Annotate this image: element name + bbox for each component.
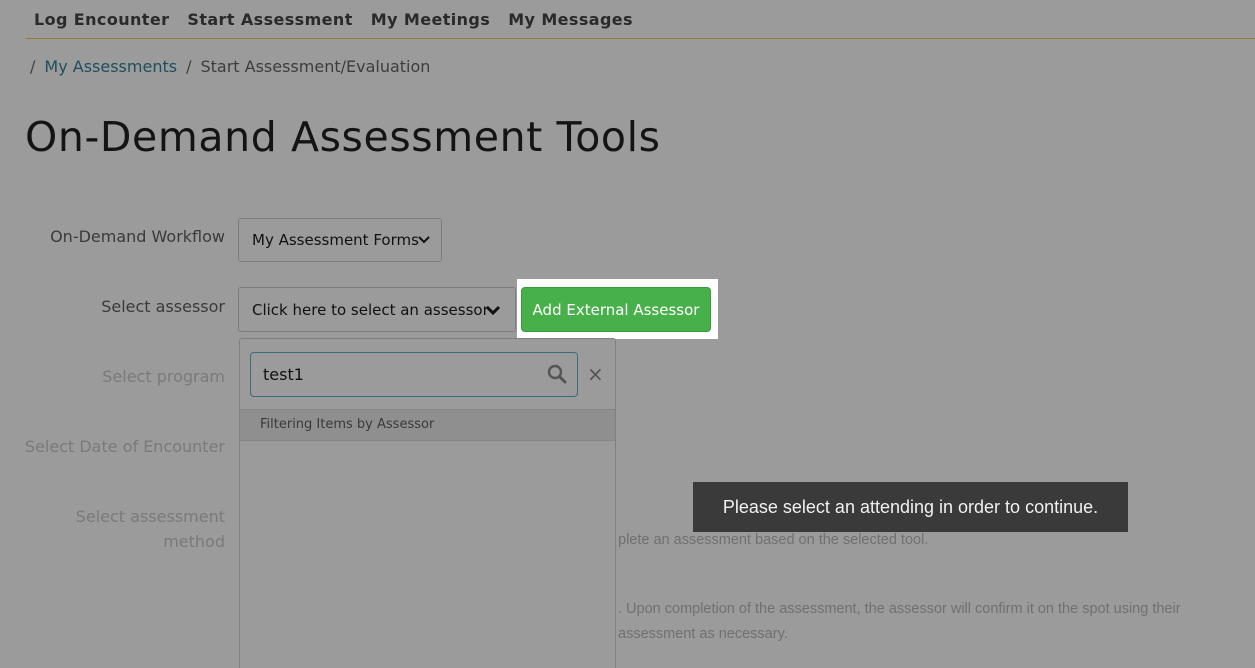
filter-header: Filtering Items by Assessor (240, 409, 615, 441)
top-nav: Log Encounter Start Assessment My Meetin… (26, 0, 1255, 39)
assessor-search-input[interactable] (251, 353, 577, 396)
assessor-label: Select assessor (101, 297, 225, 316)
close-icon[interactable]: × (587, 360, 604, 388)
method-description-line: plete an assessment based on the selecte… (618, 532, 929, 548)
add-external-assessor-button[interactable]: Add External Assessor (521, 287, 711, 332)
breadcrumb-separator: / (186, 57, 192, 76)
assessor-dropdown-panel: × Filtering Items by Assessor (239, 338, 616, 668)
assessor-select[interactable]: Click here to select an assessor (238, 287, 516, 332)
breadcrumb-current: Start Assessment/Evaluation (200, 57, 431, 76)
method-description-line: assessment as necessary. (618, 626, 788, 642)
breadcrumb-separator: / (30, 57, 36, 76)
workflow-label: On-Demand Workflow (50, 227, 225, 246)
program-label: Select program (102, 367, 225, 386)
chevron-down-icon (485, 305, 501, 316)
assessor-select-placeholder: Click here to select an assessor (252, 300, 489, 319)
breadcrumb-my-assessments-link[interactable]: My Assessments (44, 57, 177, 76)
chevron-down-icon (418, 236, 430, 244)
breadcrumb: / My Assessments / Start Assessment/Eval… (30, 57, 430, 76)
nav-start-assessment[interactable]: Start Assessment (187, 10, 352, 29)
nav-log-encounter[interactable]: Log Encounter (34, 10, 169, 29)
toast-message: Please select an attending in order to c… (693, 482, 1128, 532)
nav-my-messages[interactable]: My Messages (508, 10, 633, 29)
nav-my-meetings[interactable]: My Meetings (371, 10, 490, 29)
assessor-search-box (250, 352, 578, 397)
assessment-method-label-line1: Select assessment (75, 507, 225, 526)
workflow-select[interactable]: My Assessment Forms (238, 218, 442, 262)
assessment-method-label-line2: method (163, 532, 225, 551)
date-of-encounter-label: Select Date of Encounter (24, 437, 225, 456)
method-description-line: . Upon completion of the assessment, the… (618, 601, 1181, 617)
page-title: On-Demand Assessment Tools (25, 113, 661, 161)
search-icon (547, 364, 567, 384)
workflow-select-value: My Assessment Forms (252, 231, 419, 249)
